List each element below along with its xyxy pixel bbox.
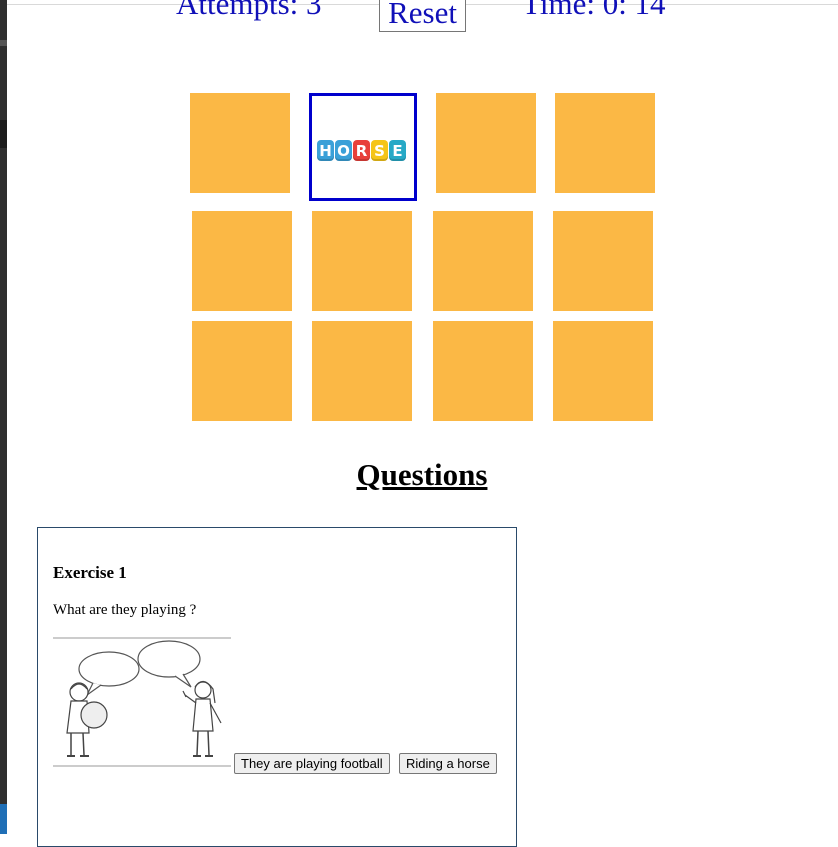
memory-card[interactable] (192, 211, 292, 311)
memory-card[interactable] (555, 93, 655, 193)
letter-tile: S (371, 140, 388, 161)
memory-card[interactable] (433, 321, 533, 421)
horse-word-image: H O R S E (317, 140, 407, 161)
letter-tile: R (353, 140, 370, 161)
reset-button[interactable]: Reset (379, 0, 466, 32)
memory-card[interactable] (312, 321, 412, 421)
answer-riding-horse-button[interactable]: Riding a horse (399, 753, 497, 774)
memory-card[interactable] (190, 93, 290, 193)
memory-card[interactable] (553, 211, 653, 311)
edge-marker (0, 804, 7, 834)
exercise-title: Exercise 1 (53, 563, 127, 582)
timer: Time: 0: 14 (522, 0, 666, 21)
window-left-edge (0, 0, 7, 834)
letter-tile: O (335, 140, 352, 161)
questions-heading: Questions (356, 457, 488, 492)
edge-marker (0, 120, 7, 148)
memory-card[interactable] (192, 321, 292, 421)
exercise-question: What are they playing ? (53, 602, 197, 618)
memory-card[interactable] (312, 211, 412, 311)
memory-card-revealed[interactable]: H O R S E (309, 93, 417, 201)
answer-football-button[interactable]: They are playing football (234, 753, 390, 774)
attempts-counter: Attempts: 3 (176, 0, 322, 21)
letter-tile: E (389, 140, 406, 161)
memory-card[interactable] (436, 93, 536, 193)
kids-talking-illustration-icon (53, 637, 231, 767)
memory-card[interactable] (553, 321, 653, 421)
letter-tile: H (317, 140, 334, 161)
edge-marker (0, 40, 7, 46)
memory-card[interactable] (433, 211, 533, 311)
exercise-card: Exercise 1 What are they playing ? They … (37, 527, 517, 847)
